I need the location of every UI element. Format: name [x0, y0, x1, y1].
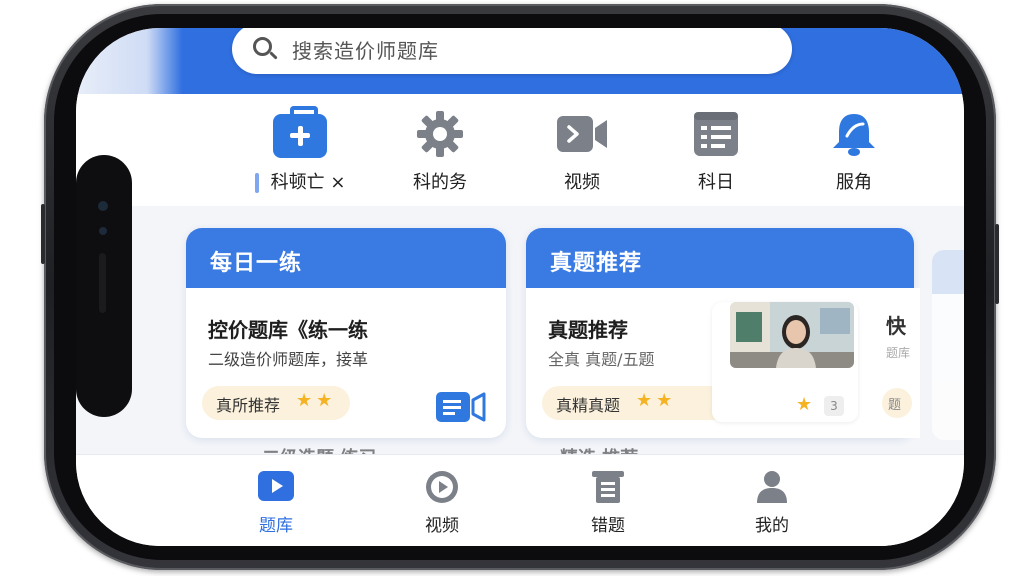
peek-badge: 题 — [882, 388, 912, 418]
selected-indicator — [254, 173, 259, 193]
calendar-list-icon — [689, 110, 743, 158]
peek-subtitle: 题库 — [886, 346, 911, 360]
nav-tab-mistakes[interactable]: 错题 — [568, 469, 648, 536]
cut-off-text: 精选 推荐 — [560, 444, 638, 454]
document-video-icon[interactable] — [436, 392, 486, 422]
star-rating: ★★ — [296, 390, 337, 411]
category-row: 科顿亡 × 科的务 视频 科日 服角 — [76, 94, 964, 206]
card-header: 每日一练 — [186, 228, 506, 288]
sensor-icon — [99, 227, 107, 235]
app-screen: 搜索造价师题库 科顿亡 × 科的务 视频 科日 服角 每日一练 控价题库《练一练… — [76, 28, 964, 546]
nav-label: 错题 — [591, 516, 625, 536]
category-label: 科顿亡 × — [270, 172, 346, 193]
play-circle-icon — [422, 469, 462, 505]
gear-icon — [413, 110, 467, 158]
search-bar[interactable]: 搜索造价师题库 — [232, 28, 792, 74]
category-item-1[interactable]: 科的务 — [380, 110, 500, 200]
card-subtitle: 全真 真题/五题 — [548, 350, 655, 369]
power-button — [995, 224, 999, 304]
daily-practice-card[interactable]: 每日一练 控价题库《练一练 二级造价师题库，接革 真所推荐 ★★ — [186, 228, 506, 438]
teacher-thumbnail — [730, 302, 854, 368]
camera-icon — [98, 201, 108, 211]
nav-tab-profile[interactable]: 我的 — [732, 469, 812, 536]
peek-title: 快 — [886, 314, 906, 338]
category-label: 科日 — [698, 172, 734, 193]
user-icon — [752, 469, 792, 505]
category-label: 视频 — [564, 172, 600, 193]
search-icon — [252, 36, 278, 62]
badge-label: 真所推荐 — [216, 396, 281, 415]
play-square-icon — [256, 469, 296, 505]
cut-off-text: 二级造题 练习 — [262, 444, 376, 454]
nav-tab-question-bank[interactable]: 题库 — [236, 469, 316, 536]
nav-label: 题库 — [259, 516, 293, 536]
search-placeholder: 搜索造价师题库 — [292, 38, 439, 63]
video-thumbnail-card[interactable]: ★ 3 — [712, 302, 858, 422]
nav-label: 视频 — [425, 516, 459, 536]
video-camera-icon — [555, 110, 609, 158]
category-item-4[interactable]: 服角 — [794, 110, 914, 200]
nav-label: 我的 — [755, 516, 789, 536]
app-header: 搜索造价师题库 — [76, 28, 964, 94]
speaker-grille — [99, 253, 106, 313]
card-title: 真题推荐 — [548, 318, 628, 342]
nav-tab-video[interactable]: 视频 — [402, 469, 482, 536]
bell-icon — [827, 110, 881, 158]
medical-kit-icon — [273, 106, 327, 158]
volume-button — [41, 204, 45, 264]
peek-card[interactable]: 快 题库 题 — [872, 288, 920, 438]
error-book-icon — [588, 469, 628, 505]
recommend-badge: 真所推荐 ★★ — [202, 386, 351, 420]
bottom-nav: 题库 视频 错题 我的 — [76, 454, 964, 546]
badge-label: 真精真题 — [556, 396, 621, 415]
star-rating: ★★ — [636, 390, 677, 411]
real-exam-card[interactable]: 真题推荐 真题推荐 全真 真题/五题 真精真题 ★★ ★ 3 — [526, 228, 914, 438]
card-subtitle: 二级造价师题库，接革 — [208, 350, 369, 369]
category-item-0[interactable]: 科顿亡 × — [240, 106, 360, 200]
category-item-2[interactable]: 视频 — [522, 110, 642, 200]
category-item-3[interactable]: 科日 — [656, 110, 776, 200]
camera-notch — [76, 155, 132, 417]
card-header: 真题推荐 — [526, 228, 914, 288]
card-title: 控价题库《练一练 — [208, 318, 368, 342]
content-area: 每日一练 控价题库《练一练 二级造价师题库，接革 真所推荐 ★★ 真题推荐 真题… — [76, 206, 964, 454]
count-badge: 3 — [824, 396, 844, 416]
star-icon: ★ — [796, 394, 813, 415]
category-label: 服角 — [836, 172, 872, 193]
peek-card-edge[interactable] — [932, 250, 964, 440]
category-label: 科的务 — [413, 172, 467, 193]
